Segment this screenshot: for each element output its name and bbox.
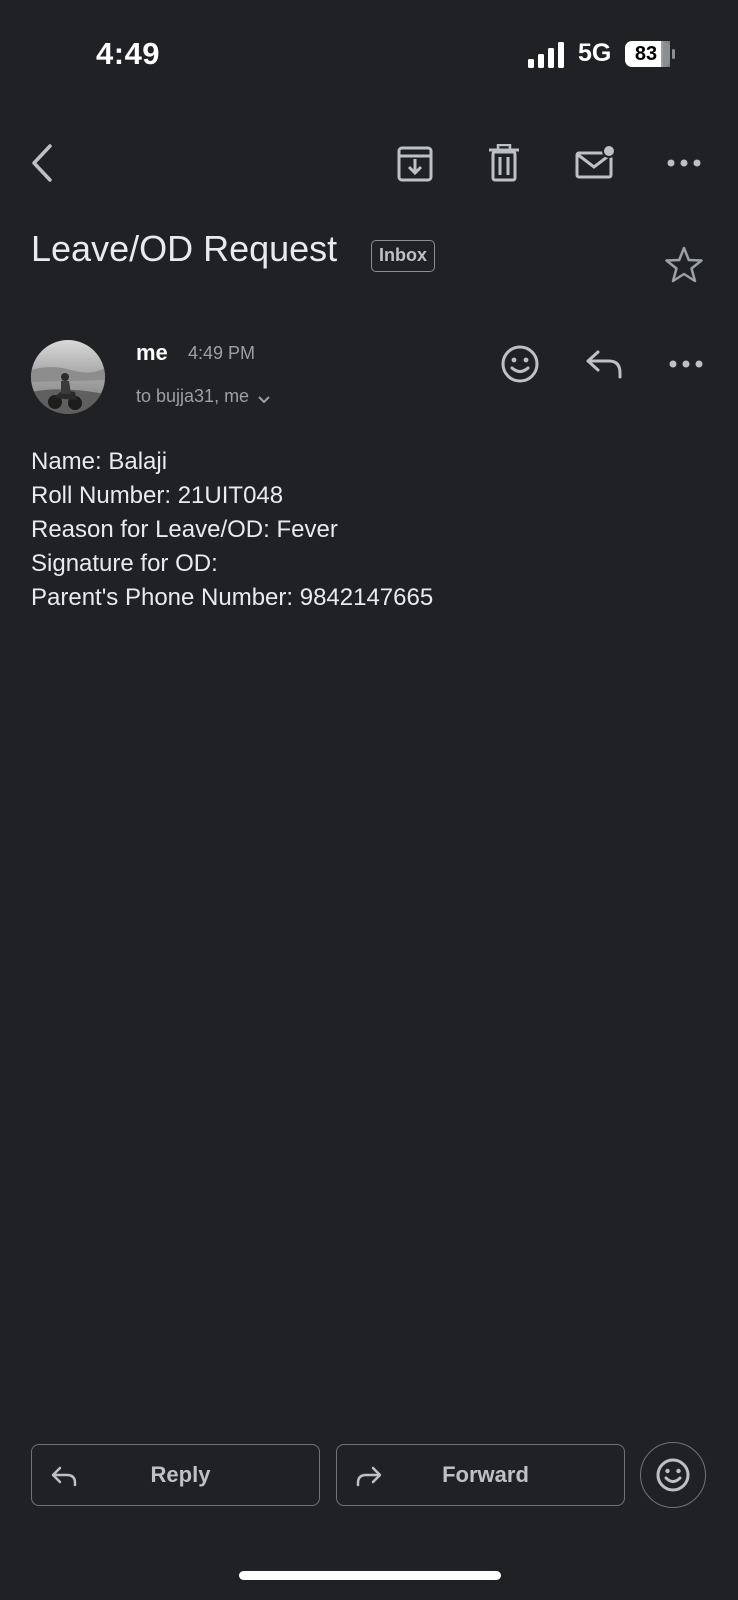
- signal-bars-icon: [528, 42, 564, 68]
- more-options-button[interactable]: [662, 141, 706, 185]
- star-icon: [665, 246, 703, 283]
- emoji-icon: [501, 345, 539, 383]
- message-more-button[interactable]: [662, 340, 710, 388]
- body-line: Reason for Leave/OD: Fever: [31, 516, 338, 543]
- battery-icon: 83: [624, 40, 676, 68]
- avatar-photo: [31, 340, 105, 414]
- recipients-text: to bujja31, me: [136, 386, 250, 406]
- emoji-icon: [656, 1458, 690, 1492]
- more-horizontal-icon: [669, 360, 703, 368]
- sent-time: 4:49 PM: [188, 343, 256, 363]
- body-line: Parent's Phone Number: 9842147665: [31, 584, 434, 611]
- reply-button[interactable]: Reply: [31, 1444, 320, 1506]
- battery-level: 83: [634, 43, 658, 65]
- more-horizontal-icon: [667, 159, 701, 167]
- body-line: Name: Balaji: [31, 448, 168, 475]
- sender-name: me: [136, 340, 168, 365]
- delete-button[interactable]: [482, 141, 526, 185]
- back-button[interactable]: [20, 141, 64, 185]
- reply-icon-button[interactable]: [580, 340, 628, 388]
- archive-icon: [397, 146, 433, 182]
- email-body: Name: Balaji Roll Number: 21UIT048 Reaso…: [31, 445, 433, 615]
- forward-button[interactable]: Forward: [336, 1444, 625, 1506]
- mark-unread-icon: [575, 145, 615, 179]
- reply-icon: [586, 350, 622, 379]
- email-subject: Leave/OD Request: [31, 228, 338, 269]
- forward-label: Forward: [442, 1462, 529, 1487]
- body-line: Signature for OD:: [31, 550, 218, 577]
- network-type: 5G: [578, 39, 612, 67]
- chevron-down-icon: [257, 393, 271, 407]
- archive-button[interactable]: [393, 141, 437, 185]
- trash-icon: [489, 144, 519, 182]
- add-reaction-button[interactable]: [496, 340, 544, 388]
- body-line: Roll Number: 21UIT048: [31, 482, 284, 509]
- back-arrow-icon: [32, 144, 52, 182]
- reaction-button[interactable]: [640, 1442, 706, 1508]
- reply-label: Reply: [150, 1462, 211, 1487]
- star-button[interactable]: [662, 243, 706, 287]
- avatar[interactable]: [31, 340, 105, 414]
- mark-unread-button[interactable]: [573, 141, 617, 185]
- home-indicator[interactable]: [239, 1571, 501, 1580]
- status-time: 4:49: [96, 36, 161, 71]
- inbox-label-chip[interactable]: Inbox: [371, 240, 435, 272]
- recipients-toggle[interactable]: to bujja31, me: [136, 386, 271, 407]
